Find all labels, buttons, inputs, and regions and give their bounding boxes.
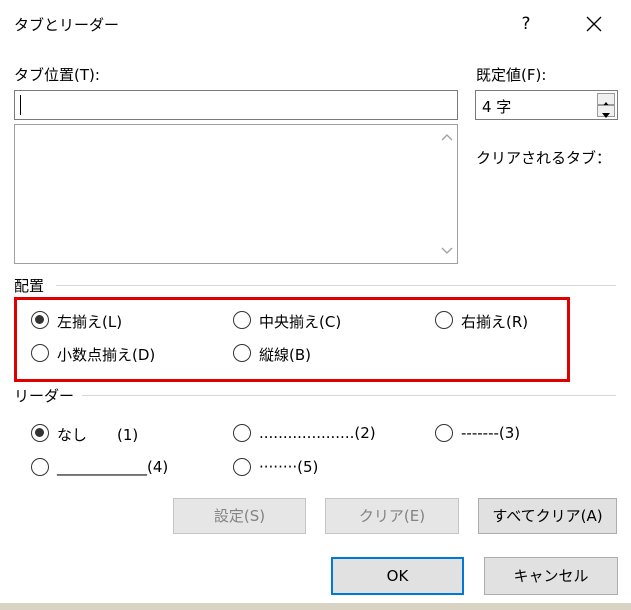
triangle-down-icon [602,113,610,118]
align-left-label[interactable]: 左揃え(L) [57,311,122,332]
scroll-down-button[interactable] [439,243,455,259]
help-button[interactable]: ? [514,10,538,38]
alignment-divider [56,285,616,286]
tab-position-input[interactable] [14,90,458,120]
align-right-label[interactable]: 右揃え(R) [461,311,528,332]
chevron-up-icon [441,134,453,141]
leader-divider [82,395,616,396]
alignment-highlight-box [14,297,570,382]
spin-up-button[interactable] [597,93,615,107]
chevron-down-icon [441,247,453,254]
close-button[interactable] [580,10,608,38]
align-decimal-radio[interactable] [31,344,49,362]
align-bar-label[interactable]: 縦線(B) [259,344,311,365]
leader-group-label: リーダー [14,387,75,405]
leader-dots-label[interactable]: ....................(2) [259,424,376,442]
align-center-radio[interactable] [233,311,251,329]
close-icon [586,16,602,32]
default-stop-value: 4 字 [482,98,512,116]
scroll-up-button[interactable] [439,129,455,145]
leader-none-radio[interactable] [31,424,49,442]
cleared-tabs-label: クリアされるタブ： [476,149,612,167]
clear-button[interactable]: クリア(E) [325,498,459,534]
set-button[interactable]: 設定(S) [173,498,306,534]
spin-down-button[interactable] [597,105,615,118]
alignment-group-label: 配置 [14,277,45,295]
default-stop-input[interactable]: 4 字 [475,90,618,120]
leader-dashes-radio[interactable] [435,424,453,442]
cancel-button[interactable]: キャンセル [484,557,618,595]
align-bar-radio[interactable] [233,344,251,362]
tab-position-list[interactable] [14,124,458,264]
leader-dashes-label[interactable]: -------(3) [461,424,520,442]
leader-middot-radio[interactable] [233,458,251,476]
align-right-radio[interactable] [435,311,453,329]
leader-dots-radio[interactable] [233,424,251,442]
ok-button[interactable]: OK [331,557,464,595]
background-strip [0,603,631,610]
leader-underline-label[interactable]: ____________(4) [57,458,168,476]
dialog-title: タブとリーダー [14,16,120,34]
align-left-radio[interactable] [31,311,49,329]
clear-all-button[interactable]: すべてクリア(A) [478,498,617,534]
leader-underline-radio[interactable] [31,458,49,476]
leader-none-label[interactable]: なし (1) [57,424,138,445]
leader-middot-label[interactable]: ········(5) [259,458,318,476]
align-center-label[interactable]: 中央揃え(C) [259,311,341,332]
text-caret [20,95,21,115]
default-stop-label: 既定値(F): [476,66,547,84]
align-decimal-label[interactable]: 小数点揃え(D) [57,344,155,365]
tab-position-label: タブ位置(T): [14,66,100,84]
